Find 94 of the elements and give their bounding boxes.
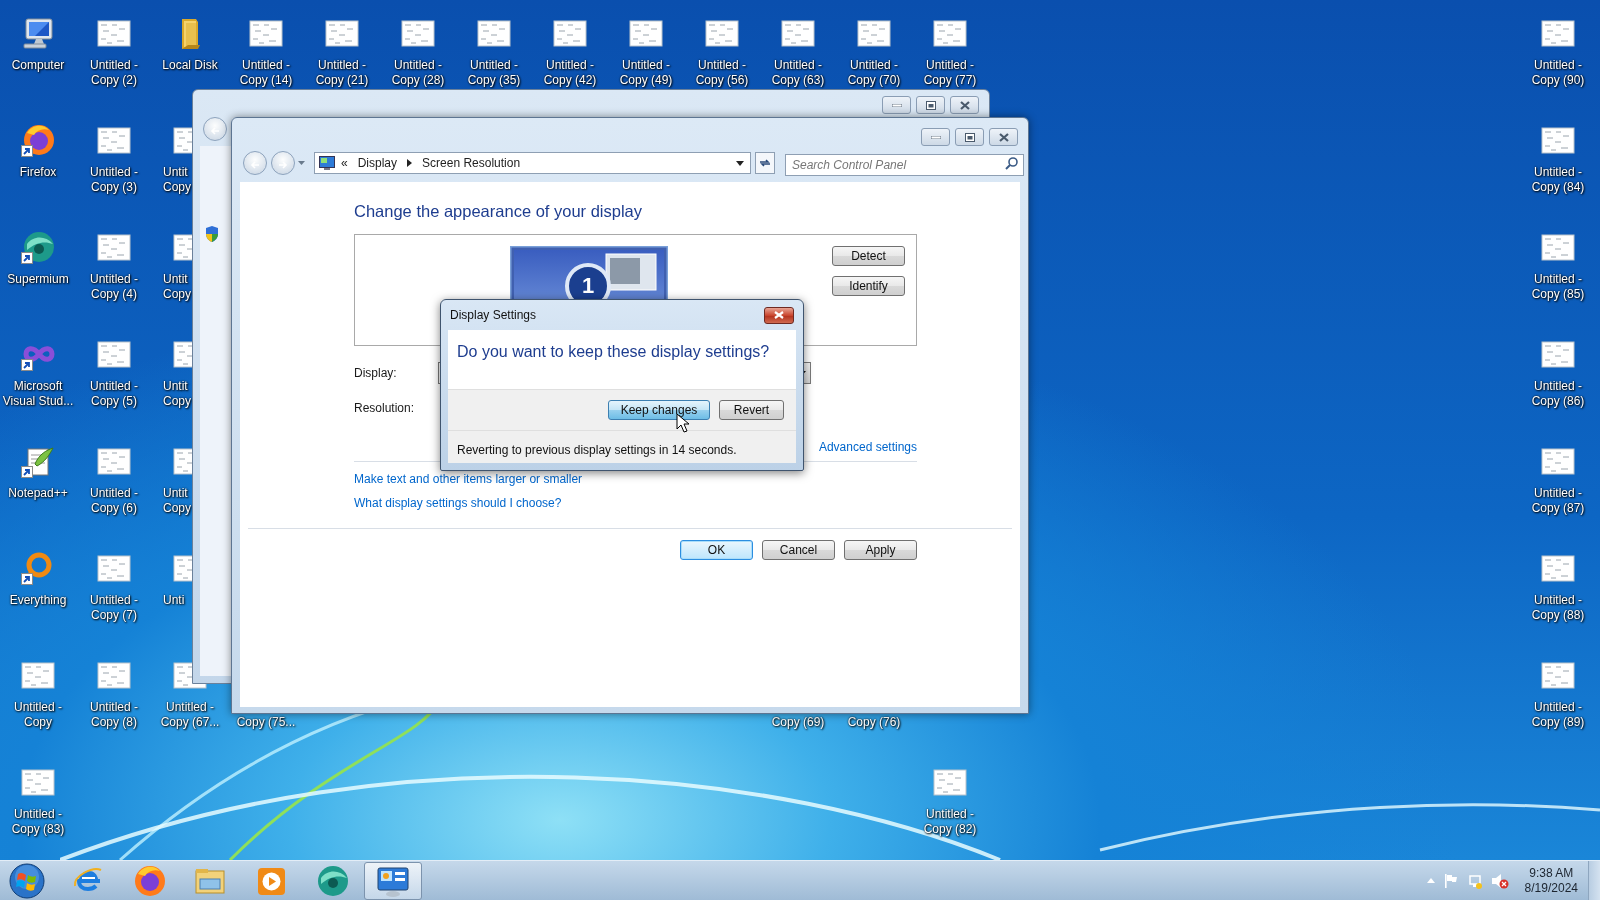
- minimize-icon: [891, 103, 902, 107]
- icon-label[interactable]: Untit Copy: [163, 272, 193, 302]
- icon-label[interactable]: Untitled - Copy (5): [76, 379, 152, 409]
- field-label: Display:: [354, 365, 398, 382]
- icon-label[interactable]: Untitled - Copy (35): [456, 58, 532, 88]
- icon-label[interactable]: Untitled - Copy (84): [1520, 165, 1596, 195]
- dialog-button[interactable]: Apply: [844, 540, 917, 560]
- icon-label[interactable]: Untit Copy: [163, 165, 193, 195]
- icon-label[interactable]: Everything: [0, 593, 76, 608]
- round-logo-icon: [315, 863, 349, 898]
- chevron-icon: [407, 159, 413, 167]
- refresh-icon: [758, 157, 772, 169]
- maximize-button[interactable]: [955, 128, 984, 146]
- close-button[interactable]: [989, 128, 1018, 146]
- icon-label[interactable]: Firefox: [0, 165, 76, 180]
- icon-label[interactable]: Microsoft Visual Stud...: [0, 379, 76, 409]
- dialog-button[interactable]: Cancel: [762, 540, 835, 560]
- muted-speaker-icon: [1490, 872, 1509, 889]
- firefox-icon[interactable]: [21, 123, 55, 157]
- flag-icon: [1442, 872, 1459, 889]
- icon-label[interactable]: Local Disk: [152, 58, 228, 73]
- shield-icon: [204, 224, 220, 243]
- icon-label[interactable]: Untitled - Copy (89): [1520, 700, 1596, 730]
- dropdown-arrow-icon[interactable]: [736, 160, 744, 166]
- icon-label[interactable]: Untitled - Copy (21): [304, 58, 380, 88]
- breadcrumb-item[interactable]: Screen Resolution: [422, 154, 521, 172]
- icon-label[interactable]: Untitled - Copy: [0, 700, 76, 730]
- minimize-icon: [930, 135, 941, 139]
- icon-label[interactable]: Untit Copy: [163, 486, 193, 516]
- icon-label[interactable]: Untitled - Copy (85): [1520, 272, 1596, 302]
- icon-label[interactable]: Untitled - Copy (3): [76, 165, 152, 195]
- icon-label[interactable]: Untitled - Copy (83): [0, 807, 76, 837]
- maximize-button[interactable]: [916, 96, 945, 114]
- icon-label[interactable]: Untitled - Copy (77): [912, 58, 988, 88]
- round-logo-icon[interactable]: [21, 230, 55, 264]
- icon-label[interactable]: Untitled - Copy (49): [608, 58, 684, 88]
- icon-label[interactable]: Untitled - Copy (90): [1520, 58, 1596, 88]
- icon-label[interactable]: Untitled - Copy (63): [760, 58, 836, 88]
- close-icon: [774, 311, 784, 319]
- refresh-button[interactable]: [755, 152, 775, 174]
- icon-label[interactable]: Untitled - Copy (2): [76, 58, 152, 88]
- clock[interactable]: 9:38 AM 8/19/2024: [1512, 865, 1588, 896]
- icon-label[interactable]: Untitled - Copy (4): [76, 272, 152, 302]
- search-icon[interactable]: [1005, 157, 1018, 170]
- close-icon: [998, 132, 1009, 142]
- maximize-icon: [925, 100, 936, 110]
- icon-label[interactable]: Untitled - Copy (7): [76, 593, 152, 623]
- close-icon: [959, 100, 970, 110]
- clock-time: 9:38 AM: [1528, 865, 1575, 881]
- icon-label[interactable]: Untitled - Copy (87): [1520, 486, 1596, 516]
- help-link[interactable]: Make text and other items larger or smaller: [354, 470, 583, 488]
- maximize-icon: [964, 132, 975, 142]
- icon-label[interactable]: Untitled - Copy (14): [228, 58, 304, 88]
- firefox-icon: [132, 863, 166, 898]
- icon-label[interactable]: Untitled - Copy (86): [1520, 379, 1596, 409]
- icon-label[interactable]: Untitled - Copy (6): [76, 486, 152, 516]
- clock-date: 8/19/2024: [1524, 880, 1578, 896]
- help-link[interactable]: What display settings should I choose?: [354, 494, 562, 512]
- dialog-button[interactable]: Keep changes: [608, 400, 710, 420]
- breadcrumb-item[interactable]: Display: [357, 154, 398, 172]
- icon-label[interactable]: Untitled - Copy (28): [380, 58, 456, 88]
- icon-label[interactable]: Supermium: [0, 272, 76, 287]
- icon-label[interactable]: Untitled - Copy (70): [836, 58, 912, 88]
- side-button[interactable]: Identify: [832, 276, 905, 296]
- dialog-question: Do you want to keep these display settings?: [448, 330, 796, 389]
- advanced-settings-link[interactable]: Advanced settings: [818, 438, 917, 456]
- breadcrumb-separator: «: [341, 155, 348, 172]
- icon-label[interactable]: Untitled - Copy (8): [76, 700, 152, 730]
- icon-label[interactable]: Untitled - Copy (42): [532, 58, 608, 88]
- page-heading: Change the appearance of your display: [354, 201, 644, 222]
- icon-label[interactable]: Untitled - Copy (88): [1520, 593, 1596, 623]
- dialog-button[interactable]: Revert: [719, 400, 784, 420]
- network-icon: [1466, 872, 1483, 889]
- notepad-icon[interactable]: [21, 444, 55, 478]
- icon-label[interactable]: Computer: [0, 58, 76, 73]
- control-panel-icon: [319, 156, 335, 170]
- search-field[interactable]: Search Control Panel: [785, 154, 1024, 176]
- icon-label[interactable]: Notepad++: [0, 486, 76, 501]
- computer-icon[interactable]: [21, 16, 55, 50]
- close-button[interactable]: [950, 96, 979, 114]
- icon-label[interactable]: Untitled - Copy (56): [684, 58, 760, 88]
- address-bar[interactable]: « Display Screen Resolution: [314, 152, 751, 174]
- caret-icon[interactable]: [298, 161, 305, 165]
- minimize-button[interactable]: [882, 96, 911, 114]
- countdown-message: Reverting to previous display settings in 14 seconds.: [448, 430, 796, 463]
- field-label: Resolution:: [354, 400, 416, 417]
- icon-label[interactable]: Untit Copy: [163, 379, 193, 409]
- icon-label[interactable]: Unti: [163, 593, 185, 608]
- close-button[interactable]: [764, 306, 794, 324]
- dialog-button[interactable]: OK: [680, 540, 753, 560]
- windows-logo-icon: [9, 862, 45, 899]
- taskbar-button[interactable]: [364, 861, 422, 900]
- side-button[interactable]: Detect: [832, 246, 905, 266]
- up-arrow-icon: [1426, 878, 1435, 883]
